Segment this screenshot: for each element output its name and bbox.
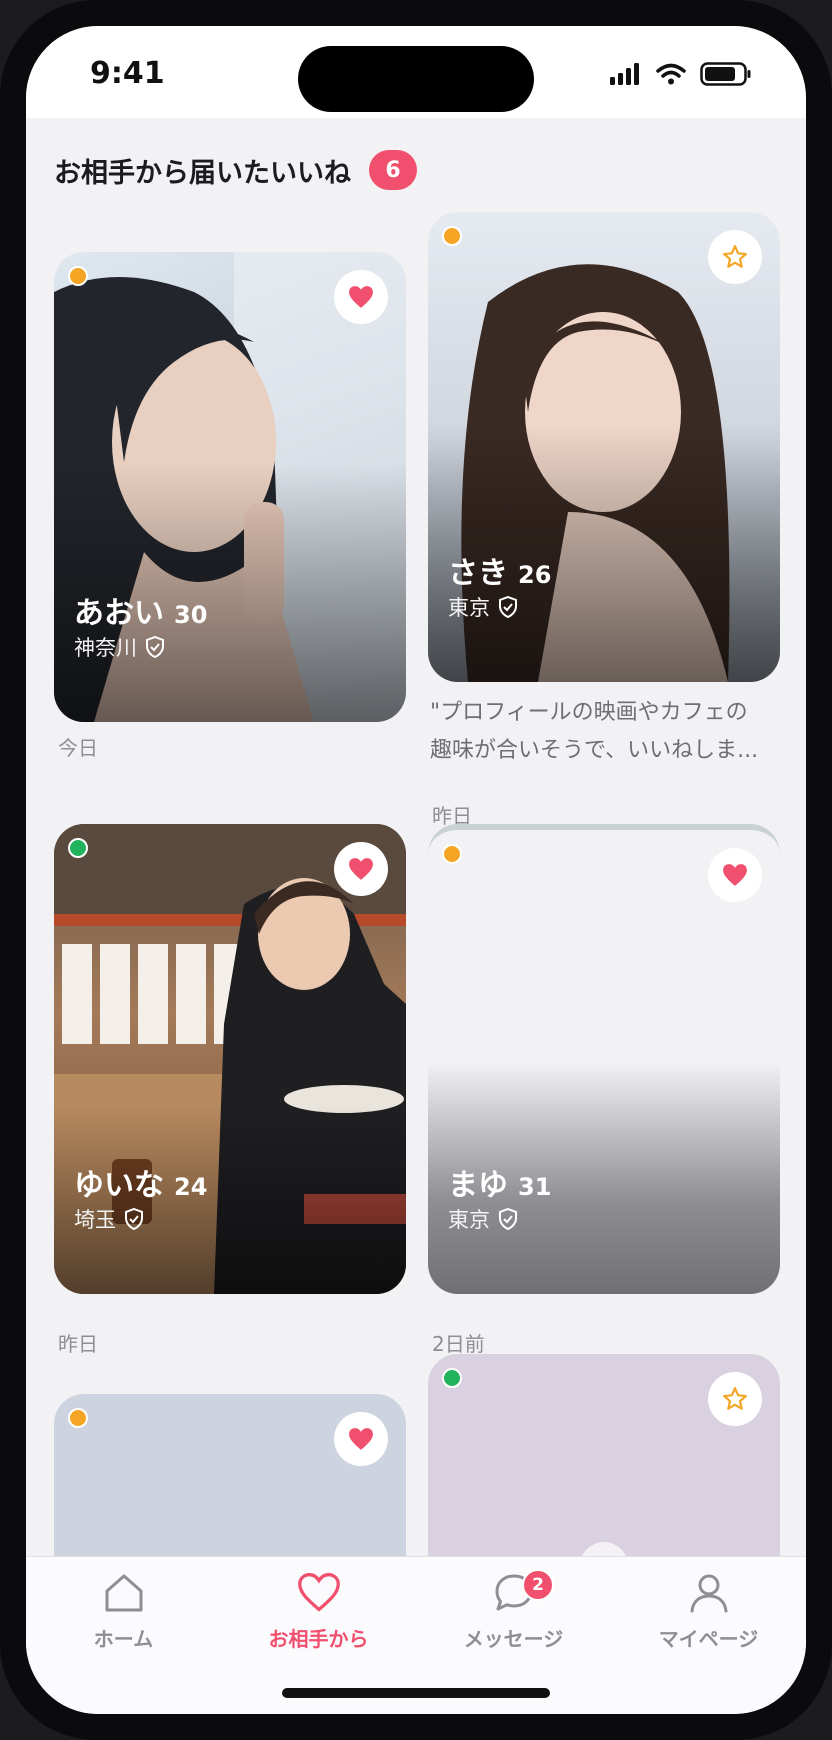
tab-messages[interactable]: 2 メッセージ	[416, 1569, 611, 1652]
like-received-time: 2日前	[432, 1332, 485, 1356]
likes-count-badge: 6	[369, 150, 417, 190]
profile-card-yuina[interactable]: ゆいな 24 埼玉	[54, 824, 406, 1294]
tab-label: お相手から	[268, 1627, 369, 1651]
card-location-row: 東京	[448, 1204, 518, 1234]
online-status-dot	[442, 226, 462, 246]
profile-location: 東京	[448, 596, 490, 620]
home-icon	[105, 1574, 142, 1612]
tab-likes[interactable]: お相手から	[221, 1571, 416, 1652]
super-like-button[interactable]	[708, 1372, 762, 1426]
star-icon	[723, 245, 747, 268]
heart-icon	[349, 1428, 373, 1450]
likes-header: お相手から届いたいいね 6	[54, 150, 417, 190]
profile-name: さき	[448, 556, 508, 591]
profile-name: ゆいな	[74, 1168, 164, 1203]
card-location-row: 東京	[448, 592, 518, 622]
card-name-row: ゆいな 24	[74, 1160, 207, 1204]
tab-home[interactable]: ホーム	[26, 1571, 221, 1652]
profile-age: 31	[518, 1173, 552, 1201]
profile-name: まゆ	[448, 1168, 508, 1203]
like-received-time: 今日	[58, 736, 98, 760]
like-message-line: "プロフィールの映画やカフェの	[430, 700, 748, 725]
status-time: 9:41	[90, 56, 165, 91]
like-message-line: 趣味が合いそうで、いいねしま...	[430, 738, 759, 763]
online-status-dot	[442, 844, 462, 864]
like-message-preview[interactable]: "プロフィールの映画やカフェの 趣味が合いそうで、いいねしま...	[430, 694, 780, 770]
profile-card-mayu[interactable]: まゆ 31 東京	[428, 824, 780, 1294]
dynamic-island	[298, 46, 534, 112]
heart-icon	[297, 1573, 340, 1612]
tab-label: メッセージ	[463, 1627, 564, 1651]
profile-location: 埼玉	[74, 1208, 116, 1232]
profile-card-saki[interactable]: さき 26 東京	[428, 212, 780, 682]
heart-icon	[349, 858, 373, 880]
heart-icon	[349, 286, 373, 308]
tab-my-page[interactable]: マイページ	[611, 1571, 806, 1652]
tab-label: ホーム	[93, 1627, 154, 1651]
verified-shield-icon	[499, 1208, 517, 1230]
like-button[interactable]	[708, 848, 762, 902]
tab-label: マイページ	[658, 1627, 759, 1651]
profile-age: 26	[518, 561, 552, 589]
verified-shield-icon	[146, 636, 164, 658]
unread-badge: 2	[522, 1569, 554, 1601]
profile-name: あおい	[74, 596, 164, 631]
profile-age: 24	[174, 1173, 208, 1201]
card-name-row: あおい 30	[74, 588, 207, 632]
card-location-row: 埼玉	[74, 1204, 144, 1234]
status-bar: 9:41	[26, 26, 806, 118]
like-button[interactable]	[334, 842, 388, 896]
super-like-button[interactable]	[708, 230, 762, 284]
verified-shield-icon	[499, 596, 517, 618]
star-icon	[723, 1387, 747, 1410]
profile-location: 東京	[448, 1208, 490, 1232]
person-icon	[690, 1574, 727, 1613]
online-status-dot	[68, 838, 88, 858]
wifi-icon	[656, 63, 686, 85]
online-status-dot	[68, 266, 88, 286]
profile-card-aoi[interactable]: あおい 30 神奈川	[54, 252, 406, 722]
home-indicator	[282, 1688, 550, 1698]
like-received-time: 昨日	[58, 1332, 98, 1356]
card-name-row: まゆ 31	[448, 1160, 551, 1204]
online-status-dot	[442, 1368, 462, 1388]
status-icons	[610, 62, 752, 86]
like-button[interactable]	[334, 1412, 388, 1466]
cellular-signal-icon	[610, 63, 639, 85]
battery-icon	[700, 62, 751, 86]
verified-shield-icon	[125, 1208, 143, 1230]
screen: 9:41 お相手から届いたいいね 6 あおい 30 神奈川 今日 さき 26 東…	[26, 26, 806, 1714]
heart-icon	[723, 864, 747, 886]
like-button[interactable]	[334, 270, 388, 324]
phone-frame: 9:41 お相手から届いたいいね 6 あおい 30 神奈川 今日 さき 26 東…	[0, 0, 832, 1740]
card-name-row: さき 26	[448, 548, 551, 592]
profile-age: 30	[174, 601, 208, 629]
card-location-row: 神奈川	[74, 632, 165, 662]
profile-location: 神奈川	[74, 636, 137, 660]
page-title: お相手から届いたいいね	[54, 157, 351, 189]
online-status-dot	[68, 1408, 88, 1428]
